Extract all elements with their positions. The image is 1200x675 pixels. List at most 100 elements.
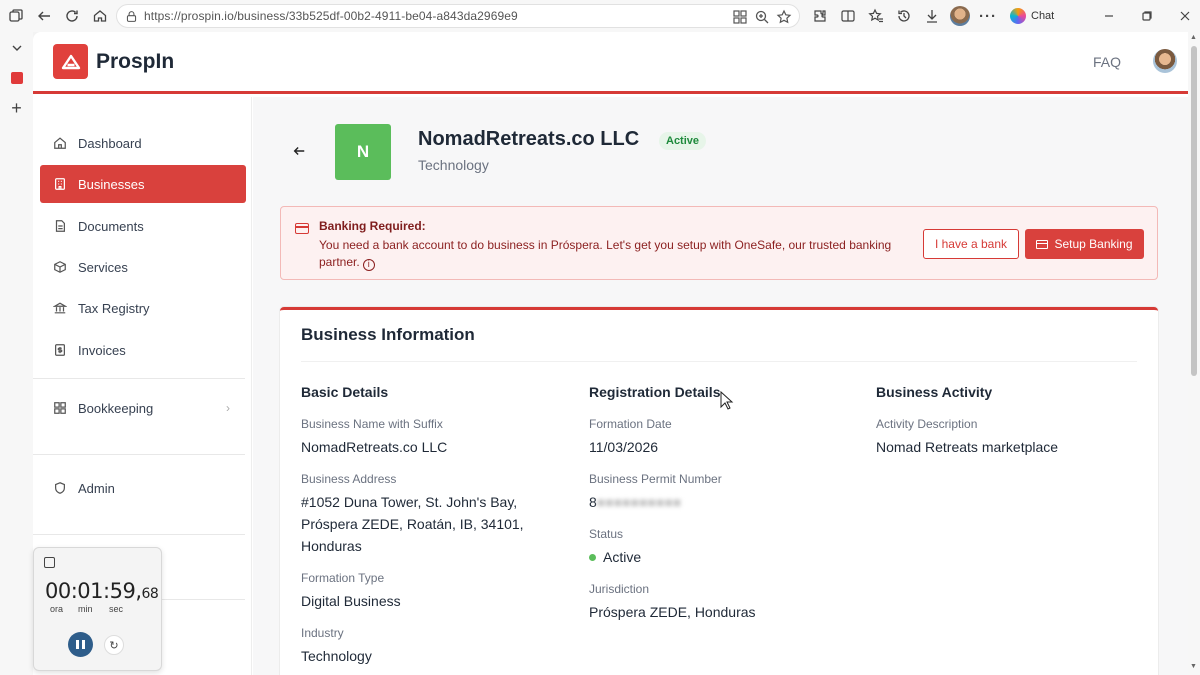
sidebar-item-label: Services [78,259,128,275]
url-text: https://prospin.io/business/33b525df-00b… [144,9,518,23]
unit-minutes: min [78,604,93,614]
sidebar-item-label: Admin [78,480,115,496]
sidebar-item-services[interactable]: Services [40,248,246,286]
credit-card-icon [1036,239,1049,249]
field-status: Status Active [589,527,859,568]
field-value: Nomad Retreats marketplace [876,439,1059,455]
document-icon [53,219,67,233]
new-tab-icon[interactable]: + [0,93,33,123]
credit-card-icon [295,223,309,234]
vertical-tab-strip: + [0,32,33,675]
close-window-icon[interactable] [1166,0,1200,32]
scroll-down-icon[interactable]: ▼ [1190,663,1197,670]
app-available-icon[interactable] [729,6,751,28]
registration-details-section: Registration Details Formation Date 11/0… [589,384,859,637]
sidebar-item-businesses[interactable]: Businesses [40,165,246,203]
sidebar-item-bookkeeping[interactable]: Bookkeeping › [40,389,246,427]
field-label: Business Permit Number [589,472,722,486]
chevron-right-icon: › [226,401,230,415]
info-icon[interactable]: i [362,258,375,271]
back-icon[interactable] [30,2,58,30]
user-avatar[interactable] [1153,49,1177,73]
extensions-icon[interactable] [806,2,834,30]
back-arrow-icon[interactable] [292,144,306,163]
browser-toolbar: https://prospin.io/business/33b525df-00b… [0,0,1200,32]
expand-icon[interactable] [44,557,55,568]
faq-link[interactable]: FAQ [1093,54,1121,70]
sidebar-item-label: Tax Registry [78,300,150,316]
scroll-up-icon[interactable]: ▲ [1190,34,1197,41]
card-divider [301,361,1137,362]
alert-body: You need a bank account to do business i… [319,237,909,271]
field-activity-description: Activity Description Nomad Retreats mark… [876,417,1146,458]
main-content: N NomadRetreats.co LLC Active Technology… [253,97,1188,675]
field-value: Technology [301,648,372,664]
field-label: Activity Description [876,417,978,431]
downloads-icon[interactable] [918,2,946,30]
have-bank-button[interactable]: I have a bank [923,229,1019,259]
sidebar-item-admin[interactable]: Admin [40,469,246,507]
field-value: Digital Business [301,593,401,609]
sidebar-item-dashboard[interactable]: Dashboard [40,124,246,162]
field-business-address: Business Address #1052 Duna Tower, St. J… [301,472,571,557]
section-heading: Business Activity [876,384,993,400]
restore-icon[interactable] [1128,0,1166,32]
sidebar-divider [33,378,245,379]
sidebar-item-tax-registry[interactable]: Tax Registry [40,289,246,327]
sidebar-item-invoices[interactable]: Invoices [40,331,246,369]
box-icon [53,260,67,274]
home-icon [53,136,67,150]
invoice-icon [53,343,67,357]
bank-icon [53,301,67,315]
home-browser-icon[interactable] [86,2,114,30]
chevron-down-icon[interactable] [0,33,33,63]
mouse-cursor-icon [720,391,734,410]
field-business-name: Business Name with Suffix NomadRetreats.… [301,417,571,458]
scroll-thumb[interactable] [1191,46,1197,376]
business-avatar: N [335,124,391,180]
field-value: NomadRetreats.co LLC [301,439,448,455]
card-title: Business Information [301,325,475,344]
copilot-chat-button[interactable]: Chat [1002,4,1062,28]
field-label: Formation Date [589,417,672,431]
minimize-icon[interactable] [1090,0,1128,32]
split-screen-icon[interactable] [834,2,862,30]
sidebar-item-label: Invoices [78,342,126,358]
app-window: ProspIn FAQ Dashboard Businesses Documen… [33,32,1188,675]
stopwatch-hundredths: 68 [141,586,159,602]
page-scrollbar[interactable]: ▲ ▼ [1188,32,1200,675]
field-label: Status [589,527,624,541]
reset-icon[interactable]: ↻ [104,635,124,655]
field-formation-date: Formation Date 11/03/2026 [589,417,859,458]
sidebar-item-documents[interactable]: Documents [40,207,246,245]
setup-banking-button[interactable]: Setup Banking [1025,229,1144,259]
permit-redacted: ■■■■■■■■■■ [596,494,682,510]
business-activity-section: Business Activity Activity Description N… [876,384,1146,472]
setup-banking-label: Setup Banking [1054,237,1133,251]
app-header: ProspIn FAQ [33,32,1188,94]
section-heading: Basic Details [301,384,389,400]
zoom-icon[interactable] [751,6,773,28]
favorite-star-icon[interactable] [773,6,795,28]
history-icon[interactable] [890,2,918,30]
more-options-icon[interactable]: ··· [974,2,1002,30]
favorites-icon[interactable] [862,2,890,30]
pause-button[interactable] [68,632,93,657]
field-value: 8■■■■■■■■■■ [589,491,859,513]
brand-name: ProspIn [96,49,175,73]
copilot-icon [1010,8,1026,24]
prospin-logo-icon[interactable] [53,44,88,79]
shield-icon [53,481,67,495]
field-formation-type: Formation Type Digital Business [301,571,571,612]
business-info-card: Business Information Basic Details Busin… [280,307,1158,675]
profile-avatar-icon[interactable] [946,2,974,30]
chat-label: Chat [1031,10,1055,22]
sidebar-divider [33,454,245,455]
field-jurisdiction: Jurisdiction Próspera ZEDE, Honduras [589,582,859,623]
stopwatch-widget: 00:01:59,68 ora min sec ↻ [33,547,162,671]
address-bar[interactable]: https://prospin.io/business/33b525df-00b… [116,4,800,28]
tab-actions-icon[interactable] [2,2,30,30]
basic-details-section: Basic Details Business Name with Suffix … [301,384,571,675]
refresh-icon[interactable] [58,2,86,30]
tab-favicon-prospin[interactable] [0,63,33,93]
